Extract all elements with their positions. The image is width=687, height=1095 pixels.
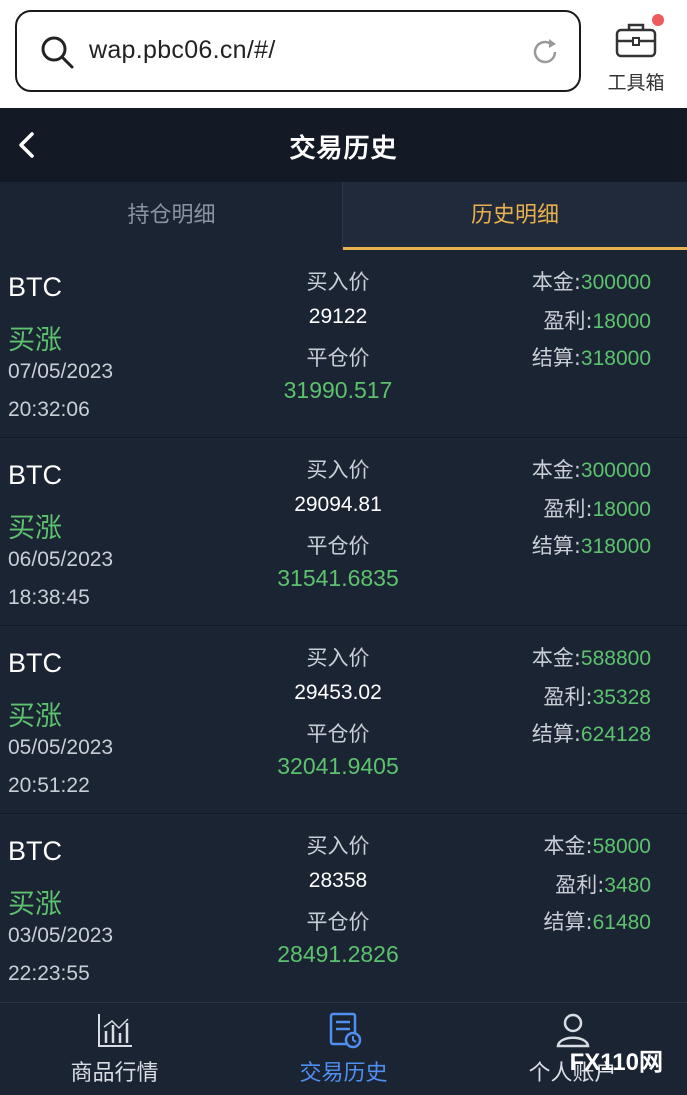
url-text: wap.pbc06.cn/#/ <box>89 36 276 64</box>
trade-symbol: BTC <box>8 272 62 302</box>
buy-price-label: 买入价 <box>306 458 370 482</box>
settlement-line: 结算:318000 <box>532 342 651 372</box>
close-price-value: 31990.517 <box>283 377 393 403</box>
address-bar[interactable]: wap.pbc06.cn/#/ <box>15 10 581 92</box>
profit-value: 18000 <box>592 310 651 333</box>
nav-trade-history[interactable]: 交易历史 <box>229 1003 458 1095</box>
close-price-label: 平仓价 <box>306 722 370 746</box>
buy-price-value: 29094.81 <box>294 493 382 516</box>
trade-direction: 买涨 <box>8 513 62 544</box>
principal-line: 本金:300000 <box>532 266 651 296</box>
settlement-label: 结算: <box>531 722 581 746</box>
principal-label: 本金: <box>531 458 581 482</box>
chart-icon <box>98 1014 132 1047</box>
trade-symbol: BTC <box>8 460 62 490</box>
settlement-value: 318000 <box>580 347 651 370</box>
trade-time: 18:38:45 <box>8 586 90 609</box>
trade-time: 20:51:22 <box>8 774 90 797</box>
close-price-label: 平仓价 <box>306 910 370 934</box>
profit-label: 盈利: <box>543 309 593 333</box>
settlement-value: 624128 <box>580 723 651 746</box>
close-price-value: 31541.6835 <box>277 565 399 591</box>
trade-row[interactable]: BTC 买涨 05/05/2023 20:51:22 买入价 29453.02 … <box>0 626 687 814</box>
trade-direction: 买涨 <box>8 701 62 732</box>
trade-date: 06/05/2023 <box>8 548 114 571</box>
settlement-value: 61480 <box>592 911 651 934</box>
profit-label: 盈利: <box>543 685 593 709</box>
principal-value: 58000 <box>592 835 651 858</box>
buy-price-label: 买入价 <box>306 646 370 670</box>
nav-market[interactable]: 商品行情 <box>0 1003 229 1095</box>
close-price-label: 平仓价 <box>306 534 370 558</box>
trade-symbol: BTC <box>8 836 62 866</box>
buy-price-value: 28358 <box>308 869 368 892</box>
trade-direction: 买涨 <box>8 325 62 356</box>
profit-label: 盈利: <box>555 873 605 897</box>
toolbox-label: 工具箱 <box>607 72 665 94</box>
trade-symbol: BTC <box>8 648 62 678</box>
profit-line: 盈利:18000 <box>544 305 651 335</box>
notification-dot <box>652 14 664 26</box>
toolbox-button[interactable]: 工具箱 <box>600 14 672 94</box>
principal-label: 本金: <box>531 646 581 670</box>
trade-date: 03/05/2023 <box>8 924 114 947</box>
profit-value: 3480 <box>604 874 651 897</box>
buy-price-label: 买入价 <box>306 270 370 294</box>
browser-bar: wap.pbc06.cn/#/ 工具箱 <box>0 0 687 108</box>
profit-value: 18000 <box>592 498 651 521</box>
profit-line: 盈利:3480 <box>555 869 651 899</box>
history-doc-icon <box>329 1012 362 1049</box>
page-title: 交易历史 <box>289 134 398 164</box>
settlement-label: 结算: <box>531 346 581 370</box>
tab-bar: 持仓明细 历史明细 <box>0 182 687 250</box>
settlement-label: 结算: <box>531 534 581 558</box>
settlement-line: 结算:61480 <box>544 906 651 936</box>
principal-value: 300000 <box>580 459 651 482</box>
settlement-value: 318000 <box>580 535 651 558</box>
nav-trade-history-label: 交易历史 <box>299 1061 388 1086</box>
buy-price-value: 29453.02 <box>294 681 382 704</box>
trade-time: 22:23:55 <box>8 962 90 985</box>
reload-icon[interactable] <box>529 36 561 68</box>
tab-positions[interactable]: 持仓明细 <box>0 182 343 250</box>
trade-time: 20:32:06 <box>8 398 90 421</box>
settlement-label: 结算: <box>543 910 593 934</box>
trade-row[interactable]: BTC 买涨 06/05/2023 18:38:45 买入价 29094.81 … <box>0 438 687 626</box>
trade-row[interactable]: BTC 买涨 07/05/2023 20:32:06 买入价 29122 平仓价… <box>0 250 687 438</box>
principal-value: 588800 <box>580 647 651 670</box>
profit-value: 35328 <box>592 686 651 709</box>
close-price-label: 平仓价 <box>306 346 370 370</box>
principal-value: 300000 <box>580 271 651 294</box>
trade-history-list: BTC 买涨 07/05/2023 20:32:06 买入价 29122 平仓价… <box>0 250 687 1002</box>
profit-line: 盈利:18000 <box>544 493 651 523</box>
tab-history[interactable]: 历史明细 <box>343 182 687 250</box>
profit-label: 盈利: <box>543 497 593 521</box>
principal-line: 本金:588800 <box>532 642 651 672</box>
settlement-line: 结算:318000 <box>532 530 651 560</box>
buy-price-value: 29122 <box>308 305 368 328</box>
trade-row[interactable]: BTC 买涨 03/05/2023 22:23:55 买入价 28358 平仓价… <box>0 814 687 1002</box>
app-header: 交易历史 <box>0 108 687 182</box>
principal-line: 本金:58000 <box>544 830 651 860</box>
profit-line: 盈利:35328 <box>544 681 651 711</box>
buy-price-label: 买入价 <box>306 834 370 858</box>
settlement-line: 结算:624128 <box>532 718 651 748</box>
close-price-value: 28491.2826 <box>277 941 399 967</box>
watermark-logo: FX110网 <box>569 1049 663 1076</box>
nav-market-label: 商品行情 <box>70 1061 159 1086</box>
close-price-value: 32041.9405 <box>277 753 399 779</box>
principal-label: 本金: <box>543 834 593 858</box>
trade-direction: 买涨 <box>8 889 62 920</box>
principal-label: 本金: <box>531 270 581 294</box>
trade-date: 05/05/2023 <box>8 736 114 759</box>
trade-date: 07/05/2023 <box>8 360 114 383</box>
search-icon <box>41 36 74 69</box>
principal-line: 本金:300000 <box>532 454 651 484</box>
toolbox-icon <box>615 23 657 58</box>
